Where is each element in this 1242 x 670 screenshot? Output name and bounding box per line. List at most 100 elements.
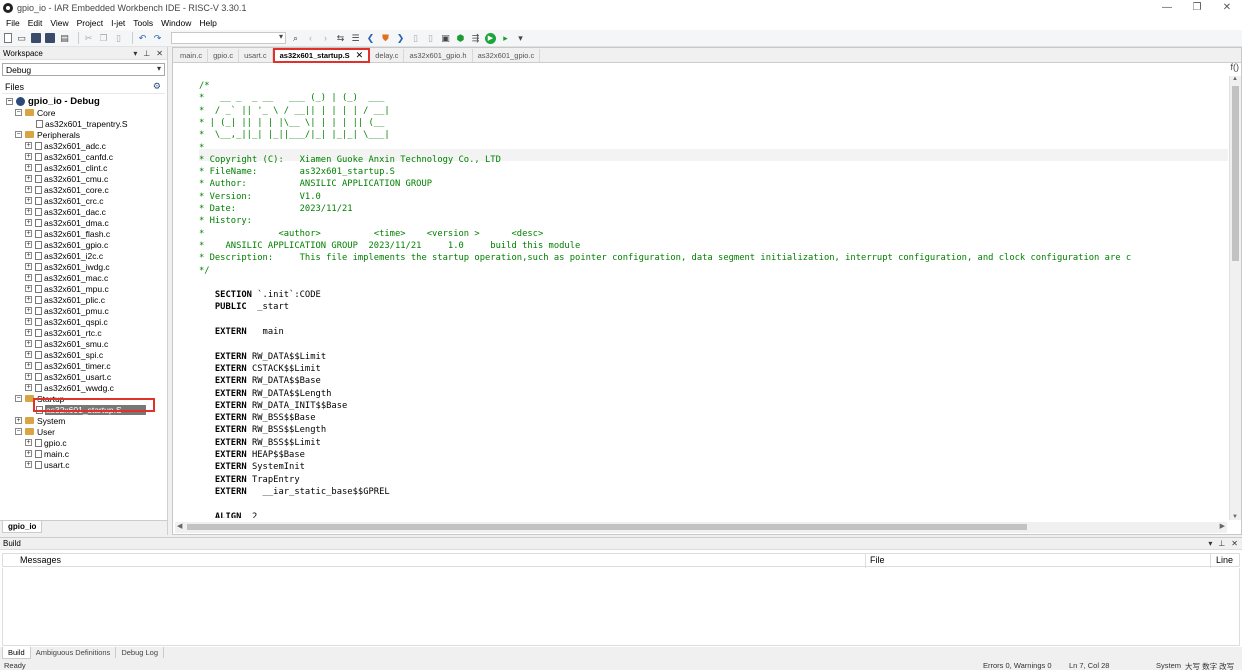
tab-main-c[interactable]: main.c: [175, 49, 209, 62]
toolbar-options-icon[interactable]: ▾: [515, 33, 526, 44]
tab-gpio-c[interactable]: gpio.c: [208, 49, 240, 62]
tree-project[interactable]: − gpio_io - Debug: [6, 96, 100, 107]
expand-icon[interactable]: +: [25, 208, 32, 215]
toggle-breakpoint-icon[interactable]: ⬢: [455, 33, 466, 44]
vertical-scrollbar[interactable]: ▲ ▼: [1229, 76, 1241, 520]
new-file-icon[interactable]: [4, 33, 12, 43]
menu-view[interactable]: View: [46, 18, 72, 28]
close-panel-icon[interactable]: ✕: [156, 49, 163, 58]
cut-icon[interactable]: ✂: [83, 33, 94, 44]
tree-file[interactable]: + as32x601_rtc.c: [25, 327, 102, 338]
scrollbar-thumb[interactable]: [1232, 86, 1239, 261]
tree-group-peripherals[interactable]: − Peripherals: [15, 129, 80, 140]
expand-icon[interactable]: +: [25, 439, 32, 446]
find-icon[interactable]: ⌕: [290, 33, 301, 44]
expand-icon[interactable]: +: [15, 417, 22, 424]
expand-icon[interactable]: +: [25, 450, 32, 457]
paste-icon[interactable]: ▯: [113, 33, 124, 44]
tree-file[interactable]: + as32x601_iwdg.c: [25, 261, 110, 272]
tree-file[interactable]: + as32x601_gpio.c: [25, 239, 108, 250]
expand-icon[interactable]: +: [25, 296, 32, 303]
tab-as32x601-gpio-h[interactable]: as32x601_gpio.h: [404, 49, 473, 62]
expand-icon[interactable]: +: [25, 153, 32, 160]
navigate-back-icon[interactable]: ❮: [365, 33, 376, 44]
build-messages-list[interactable]: [2, 568, 1240, 646]
menu-help[interactable]: Help: [195, 18, 220, 28]
find-combobox[interactable]: [171, 32, 286, 44]
column-divider[interactable]: [1210, 554, 1211, 568]
scrollbar-thumb[interactable]: [187, 524, 1027, 530]
download-debug-icon[interactable]: ⇶: [470, 33, 481, 44]
expand-icon[interactable]: +: [25, 274, 32, 281]
tree-group-core[interactable]: − Core: [15, 107, 55, 118]
print-icon[interactable]: ▤: [59, 33, 70, 44]
tree-file[interactable]: + as32x601_dac.c: [25, 206, 106, 217]
menu-project[interactable]: Project: [73, 18, 107, 28]
expand-icon[interactable]: +: [25, 241, 32, 248]
tree-file[interactable]: + as32x601_pmu.c: [25, 305, 109, 316]
line-column[interactable]: Line: [1216, 555, 1233, 565]
make-icon[interactable]: ▯: [425, 33, 436, 44]
expand-icon[interactable]: +: [25, 318, 32, 325]
tab-as32x601-startup-s[interactable]: as32x601_startup.S ✕: [272, 48, 371, 63]
expand-icon[interactable]: +: [25, 340, 32, 347]
expand-icon[interactable]: +: [25, 142, 32, 149]
expand-icon[interactable]: +: [25, 186, 32, 193]
configuration-select[interactable]: Debug: [2, 63, 165, 76]
collapse-icon[interactable]: −: [15, 109, 22, 116]
find-next-icon[interactable]: ›: [320, 33, 331, 44]
scroll-down-icon[interactable]: ▼: [1232, 514, 1238, 520]
collapse-icon[interactable]: −: [15, 428, 22, 435]
tree-group-system[interactable]: + System: [15, 415, 65, 426]
tree-file[interactable]: + as32x601_mpu.c: [25, 283, 109, 294]
file-column[interactable]: File: [870, 555, 885, 565]
find-previous-icon[interactable]: ‹: [305, 33, 316, 44]
tree-file[interactable]: + as32x601_crc.c: [25, 195, 104, 206]
tree-file[interactable]: + as32x601_spi.c: [25, 349, 103, 360]
tab-as32x601-gpio-c[interactable]: as32x601_gpio.c: [473, 49, 541, 62]
tree-file[interactable]: + as32x601_flash.c: [25, 228, 110, 239]
download-and-debug-icon[interactable]: ▶: [485, 32, 496, 44]
scroll-right-icon[interactable]: ▶: [1220, 522, 1225, 530]
tree-file[interactable]: + usart.c: [25, 459, 70, 470]
save-icon[interactable]: [31, 33, 41, 43]
expand-icon[interactable]: +: [25, 164, 32, 171]
tree-file[interactable]: + as32x601_plic.c: [25, 294, 105, 305]
code-area[interactable]: /* * __ _ _ __ ___ (_) | (_) ___ * / _` ||…: [173, 76, 1228, 518]
redo-icon[interactable]: ↷: [152, 33, 163, 44]
compile-icon[interactable]: ▯: [410, 33, 421, 44]
expand-icon[interactable]: +: [25, 384, 32, 391]
expand-icon[interactable]: +: [25, 230, 32, 237]
tab-usart-c[interactable]: usart.c: [239, 49, 273, 62]
expand-icon[interactable]: +: [25, 307, 32, 314]
pin-icon[interactable]: ⊥: [1218, 539, 1225, 548]
debug-without-download-icon[interactable]: ▸: [500, 33, 511, 44]
expand-icon[interactable]: +: [25, 175, 32, 182]
expand-icon[interactable]: +: [25, 197, 32, 204]
tree-file[interactable]: + as32x601_i2c.c: [25, 250, 103, 261]
tree-file[interactable]: + as32x601_adc.c: [25, 140, 106, 151]
expand-icon[interactable]: +: [25, 373, 32, 380]
go-to-icon[interactable]: ⇆: [335, 33, 346, 44]
column-divider[interactable]: [865, 554, 866, 568]
dropdown-icon[interactable]: ▾: [1208, 539, 1212, 548]
close-tab-icon[interactable]: ✕: [356, 50, 364, 61]
collapse-icon[interactable]: −: [6, 98, 13, 105]
menu-ijet[interactable]: I-jet: [107, 18, 129, 28]
stop-build-icon[interactable]: ▣: [440, 33, 451, 44]
copy-icon[interactable]: ❐: [98, 33, 109, 44]
menu-edit[interactable]: Edit: [24, 18, 47, 28]
messages-column[interactable]: Messages: [20, 555, 61, 565]
tree-file[interactable]: + as32x601_wwdg.c: [25, 382, 114, 393]
menu-tools[interactable]: Tools: [129, 18, 157, 28]
tree-file[interactable]: as32x601_trapentry.S: [36, 118, 128, 129]
tab-delay-c[interactable]: delay.c: [370, 49, 405, 62]
tree-file[interactable]: + as32x601_smu.c: [25, 338, 108, 349]
open-folder-icon[interactable]: ▭: [16, 33, 27, 44]
tab-ambiguous-definitions[interactable]: Ambiguous Definitions: [31, 647, 117, 658]
restore-icon[interactable]: ❐: [1182, 0, 1212, 15]
expand-icon[interactable]: +: [25, 329, 32, 336]
menu-window[interactable]: Window: [157, 18, 195, 28]
expand-icon[interactable]: +: [25, 362, 32, 369]
save-all-icon[interactable]: [45, 33, 55, 43]
